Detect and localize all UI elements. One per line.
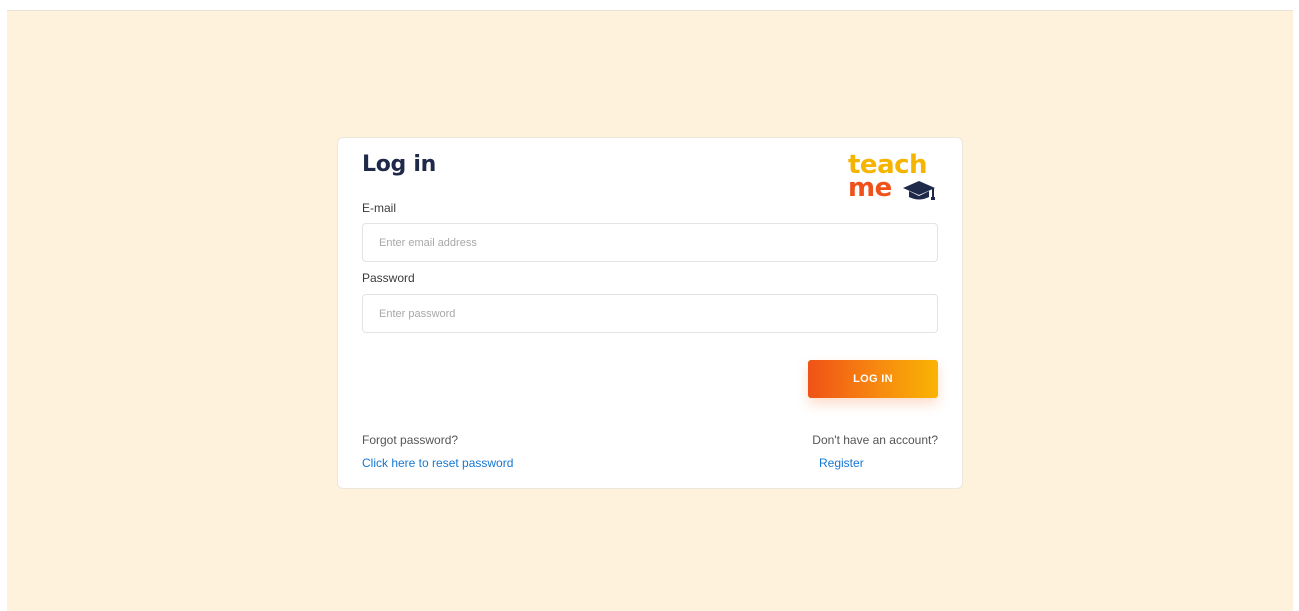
password-label: Password [362,271,415,285]
page-background: Log in teach me E-mail Password LOG IN F… [7,10,1293,611]
email-input[interactable] [362,223,938,262]
forgot-password-text: Forgot password? [362,433,459,447]
logo-text-me: me [848,173,892,203]
graduation-cap-icon [903,181,935,200]
email-label: E-mail [362,201,397,215]
page-title: Log in [362,152,436,177]
register-link[interactable]: Register [819,456,864,470]
login-card: Log in teach me E-mail Password LOG IN F… [337,137,963,489]
teachme-logo: teach me [846,152,942,206]
reset-password-link[interactable]: Click here to reset password [362,456,513,470]
login-button[interactable]: LOG IN [808,360,938,398]
password-input[interactable] [362,294,938,333]
no-account-text: Don't have an account? [812,433,938,447]
